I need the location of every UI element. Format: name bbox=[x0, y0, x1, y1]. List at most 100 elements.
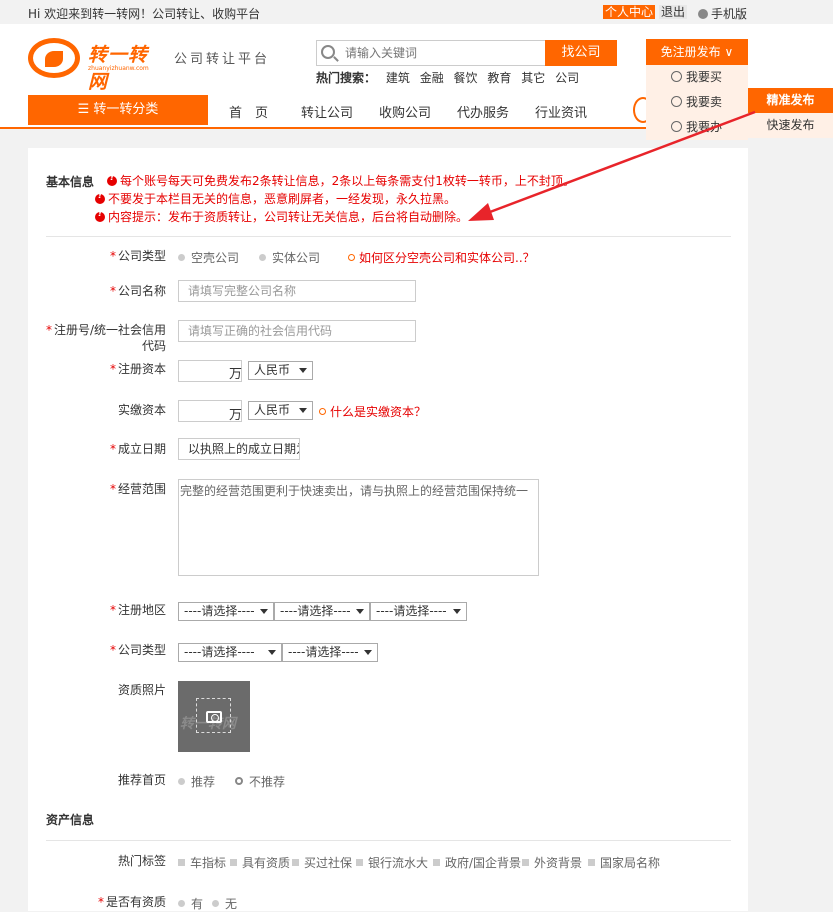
region-province-select[interactable]: ----请选择---- bbox=[178, 602, 274, 621]
nav-item-agency[interactable]: 代办服务 bbox=[457, 102, 509, 121]
tag-checkbox[interactable]: 车指标 bbox=[178, 854, 226, 871]
mobile-icon bbox=[698, 9, 708, 19]
hot-tags-label: 热门标签 bbox=[117, 854, 166, 868]
menu-icon: ☰ bbox=[77, 102, 94, 117]
publish-submenu: 精准发布 快速发布 bbox=[748, 88, 833, 138]
handle-icon bbox=[671, 121, 682, 132]
tag-checkbox[interactable]: 政府/国企背景 bbox=[433, 854, 521, 871]
radio-recommend[interactable]: 推荐 bbox=[178, 773, 215, 790]
logout-link[interactable]: 退出 bbox=[659, 5, 688, 19]
camera-icon bbox=[206, 711, 222, 723]
hot-search-item[interactable]: 其它 bbox=[521, 71, 545, 85]
warning-text: 内容提示：发布于资质转让，公司转让无关信息，后台将自动删除。 bbox=[108, 210, 469, 224]
capital-unit: 万 bbox=[229, 367, 243, 382]
hot-search-item[interactable]: 公司 bbox=[555, 71, 579, 85]
warning-2: 不要发于本栏目无关的信息，恶意刷屏者，一经发现，永久拉黑。 bbox=[95, 190, 456, 207]
reg-code-input[interactable]: 请填写正确的社会信用代码 bbox=[178, 320, 416, 342]
radio-has-qualification[interactable]: 有 bbox=[178, 895, 203, 912]
company-name-label: * 公司名称 bbox=[109, 284, 166, 298]
hot-search-label: 热门搜索： bbox=[316, 71, 377, 85]
basic-info-title: 基本信息 bbox=[46, 175, 95, 189]
publish-menu: 我要买 我要卖 我要办 bbox=[646, 65, 748, 140]
slogan: 公司转让平台 bbox=[174, 52, 271, 67]
hot-search-item[interactable]: 餐饮 bbox=[454, 71, 478, 85]
free-publish-button[interactable]: 免注册发布 ∨ bbox=[646, 39, 748, 65]
company-type-help-link[interactable]: 如何区分空壳公司和实体公司..？ bbox=[348, 249, 535, 266]
tag-checkbox[interactable]: 外资背景 bbox=[522, 854, 582, 871]
company-name-input[interactable]: 请填写完整公司名称 bbox=[178, 280, 416, 302]
buy-icon bbox=[671, 71, 682, 82]
region-label: * 注册地区 bbox=[109, 603, 166, 617]
menu-item-label: 我要买 bbox=[686, 70, 723, 84]
menu-item-sell[interactable]: 我要卖 bbox=[646, 90, 748, 115]
nav-item-home[interactable]: 首 页 bbox=[229, 102, 268, 121]
nav-item-transfer[interactable]: 转让公司 bbox=[301, 102, 353, 121]
warning-text: 不要发于本栏目无关的信息，恶意刷屏者，一经发现，永久拉黑。 bbox=[108, 192, 457, 206]
warning-3: 内容提示：发布于资质转让，公司转让无关信息，后台将自动删除。 bbox=[95, 208, 468, 225]
menu-item-buy[interactable]: 我要买 bbox=[646, 65, 748, 90]
nav-item-news[interactable]: 行业资讯 bbox=[535, 102, 587, 121]
paid-currency-select[interactable]: 人民币 bbox=[248, 401, 313, 420]
logo[interactable]: 转一转网 zhuanyizhuanw.com bbox=[28, 38, 163, 93]
upload-frame bbox=[196, 698, 231, 733]
has-qualification-label: * 是否有资质 bbox=[97, 895, 166, 909]
capital-label: * 注册资本 bbox=[109, 362, 166, 376]
reg-code-label: * 注册号/统一社会信用 代码 bbox=[45, 323, 166, 353]
established-date-input[interactable]: 以执照上的成立日期为准 bbox=[178, 438, 300, 460]
business-scope-label: * 经营范围 bbox=[109, 482, 166, 496]
capital-currency-select[interactable]: 人民币 bbox=[248, 361, 313, 380]
sell-icon bbox=[671, 96, 682, 107]
mobile-label: 手机版 bbox=[711, 7, 748, 21]
recommend-label: 推荐首页 bbox=[117, 773, 166, 787]
welcome-text: Hi 欢迎来到转一转网！公司转让、收购平台 bbox=[28, 7, 261, 21]
asset-info-title: 资产信息 bbox=[46, 813, 95, 827]
warning-1: 每个账号每天可免费发布2条转让信息，2条以上每条需支付1枚转一转币，上不封顶。 bbox=[107, 172, 575, 189]
company-category-select-1[interactable]: ----请选择---- bbox=[178, 643, 282, 662]
menu-item-handle[interactable]: 我要办 bbox=[646, 115, 748, 140]
tag-checkbox[interactable]: 具有资质 bbox=[230, 854, 290, 871]
tag-checkbox[interactable]: 银行流水大 bbox=[356, 854, 428, 871]
divider bbox=[46, 236, 731, 237]
region-district-select[interactable]: ----请选择---- bbox=[370, 602, 467, 621]
menu-item-label: 我要办 bbox=[686, 120, 723, 134]
logo-subtext: zhuanyizhuanw.com bbox=[88, 65, 149, 72]
hot-search-item[interactable]: 金融 bbox=[420, 71, 444, 85]
nav-item-acquire[interactable]: 收购公司 bbox=[379, 102, 431, 121]
radio-not-recommend[interactable]: 不推荐 bbox=[235, 773, 285, 790]
category-button[interactable]: ☰ 转一转分类 bbox=[28, 95, 208, 125]
divider bbox=[46, 840, 731, 841]
company-category-select-2[interactable]: ----请选择---- bbox=[282, 643, 378, 662]
paid-capital-help-link[interactable]: 什么是实缴资本？ bbox=[319, 403, 426, 420]
company-category-label: * 公司类型 bbox=[109, 643, 166, 657]
tag-checkbox[interactable]: 国家局名称 bbox=[588, 854, 660, 871]
warning-text: 每个账号每天可免费发布2条转让信息，2条以上每条需支付1枚转一转币，上不封顶。 bbox=[120, 174, 575, 188]
business-scope-textarea[interactable]: 完整的经营范围更利于快速卖出，请与执照上的经营范围保持统一 bbox=[178, 479, 539, 576]
region-city-select[interactable]: ----请选择---- bbox=[274, 602, 370, 621]
search-box bbox=[316, 40, 546, 66]
radio-shell-company[interactable]: 空壳公司 bbox=[178, 249, 239, 266]
radio-real-company[interactable]: 实体公司 bbox=[259, 249, 320, 266]
category-label: 转一转分类 bbox=[93, 102, 159, 117]
search-input[interactable] bbox=[345, 45, 535, 61]
mobile-link[interactable]: 手机版 bbox=[698, 5, 747, 22]
chevron-down-icon: ∨ bbox=[724, 45, 734, 59]
company-type-label: * 公司类型 bbox=[109, 249, 166, 263]
warning-icon bbox=[107, 173, 117, 186]
user-center-link[interactable]: 个人中心 bbox=[603, 5, 656, 19]
established-date-label: * 成立日期 bbox=[109, 442, 166, 456]
hot-search-item[interactable]: 建筑 bbox=[386, 71, 410, 85]
hot-search-item[interactable]: 教育 bbox=[487, 71, 511, 85]
quick-publish-item[interactable]: 快速发布 bbox=[748, 113, 833, 138]
precise-publish-item[interactable]: 精准发布 bbox=[748, 88, 833, 113]
free-publish-label: 免注册发布 bbox=[660, 45, 721, 59]
photo-upload[interactable]: 转一转网 bbox=[178, 681, 250, 752]
info-icon bbox=[348, 254, 355, 261]
logo-icon bbox=[28, 38, 80, 78]
find-company-button[interactable]: 找公司 bbox=[545, 40, 617, 66]
menu-item-label: 我要卖 bbox=[686, 95, 723, 109]
radio-no-qualification[interactable]: 无 bbox=[212, 895, 237, 912]
warning-icon bbox=[95, 209, 105, 222]
paid-capital-unit: 万 bbox=[229, 408, 243, 423]
tag-checkbox[interactable]: 买过社保 bbox=[292, 854, 352, 871]
hot-search: 热门搜索： 建筑 金融 餐饮 教育 其它 公司 bbox=[316, 69, 585, 86]
